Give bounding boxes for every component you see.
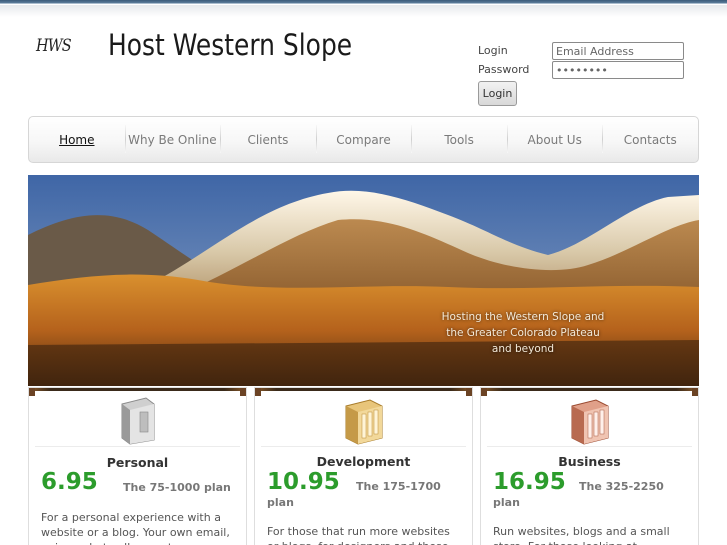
nav-item-home[interactable]: Home: [29, 117, 125, 162]
nav-item-about-us[interactable]: About Us: [506, 117, 603, 162]
plan-price: 16.95: [493, 469, 566, 495]
plan-description: Run websites, blogs and a small store. F…: [493, 525, 670, 545]
server-copper-icon: [571, 399, 608, 445]
card-divider: [261, 446, 466, 447]
plan-card-development[interactable]: Development 10.95 The 175-1700 plan For …: [254, 387, 473, 545]
plan-title: Personal: [106, 455, 169, 470]
server-silver-icon: [121, 397, 154, 445]
login-button[interactable]: Login: [478, 81, 517, 106]
plan-description: For those that run more websites or blog…: [267, 525, 450, 545]
hero-caption: Hosting the Western Slope and the Greate…: [428, 309, 618, 357]
nav-item-tools[interactable]: Tools: [411, 117, 507, 162]
plan-name: The 325-2250: [579, 480, 664, 493]
main-nav: Home Why Be Online Clients Compare Tools…: [28, 116, 699, 163]
card-corner-right: [466, 388, 472, 396]
plan-price: 6.95: [41, 469, 98, 495]
plan-name: The 175-1700: [356, 480, 441, 493]
plan-card-business[interactable]: Business 16.95 The 325-2250 plan Run web…: [480, 387, 699, 545]
nav-item-why-be-online[interactable]: Why Be Online: [124, 117, 221, 162]
server-gold-icon: [345, 399, 382, 445]
card-top-border: [255, 388, 472, 391]
card-top-border: [29, 388, 246, 391]
card-corner-left: [255, 388, 261, 396]
card-corner-right: [692, 388, 698, 396]
site-title: Host Western Slope: [108, 28, 353, 62]
hero-caption-line-1: Hosting the Western Slope and: [441, 311, 605, 323]
card-top-border: [481, 388, 698, 391]
card-divider: [35, 446, 240, 447]
plan-name-line-2: plan: [493, 496, 520, 509]
plan-price: 10.95: [267, 469, 340, 495]
card-divider: [487, 446, 692, 447]
plan-name: The 75-1000 plan: [123, 481, 231, 494]
password-label: Password: [478, 63, 530, 76]
hero-caption-line-3: and beyond: [491, 343, 555, 355]
nav-item-clients[interactable]: Clients: [220, 117, 316, 162]
plan-card-personal[interactable]: Personal 6.95 The 75-1000 plan For a per…: [28, 387, 247, 545]
plan-title: Development: [316, 454, 411, 469]
logo-mark[interactable]: HWS: [36, 36, 72, 56]
card-corner-right: [240, 388, 246, 396]
email-field[interactable]: [552, 42, 684, 60]
plan-title: Business: [558, 454, 621, 469]
top-accent-bar: [0, 0, 727, 4]
hero-banner: Hosting the Western Slope and the Greate…: [28, 175, 699, 386]
nav-item-contacts[interactable]: Contacts: [602, 117, 698, 162]
hero-caption-line-2: the Greater Colorado Plateau: [446, 327, 600, 339]
plan-description: For a personal experience with a website…: [41, 511, 230, 545]
card-corner-left: [29, 388, 35, 396]
plan-name-line-2: plan: [267, 496, 294, 509]
card-corner-left: [481, 388, 487, 396]
top-shadow: [0, 5, 727, 17]
login-label: Login: [478, 44, 508, 57]
password-field[interactable]: [552, 61, 684, 79]
nav-item-compare[interactable]: Compare: [315, 117, 412, 162]
